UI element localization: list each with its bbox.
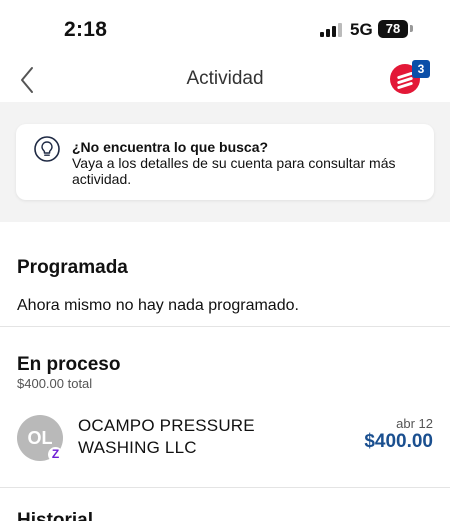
- history-heading: Historial: [17, 510, 94, 521]
- notification-badge: 3: [412, 60, 430, 78]
- lightbulb-icon: [34, 136, 60, 162]
- page-title: Actividad: [186, 68, 264, 89]
- transaction-merchant: OCAMPO PRESSURE WASHING LLC: [78, 416, 255, 457]
- tip-title: ¿No encuentra lo que busca?: [72, 139, 269, 155]
- nav-bar: Actividad 3: [0, 58, 450, 102]
- tip-body: Vaya a los detalles de su cuenta para co…: [72, 155, 396, 187]
- divider: [0, 326, 450, 327]
- divider: [0, 487, 450, 488]
- in-progress-heading: En proceso: [17, 354, 121, 375]
- scheduled-empty-message: Ahora mismo no hay nada programado.: [17, 297, 299, 314]
- status-time: 2:18: [64, 18, 108, 41]
- zelle-icon: Z: [48, 447, 63, 462]
- tip-card: ¿No encuentra lo que busca? Vaya a los d…: [16, 124, 434, 200]
- battery-level: 78: [385, 21, 401, 36]
- battery-cap: [410, 25, 413, 32]
- transaction-amount: $400.00: [364, 431, 433, 452]
- transaction-date: abr 12: [396, 416, 433, 431]
- in-progress-total: $400.00 total: [17, 376, 93, 391]
- cellular-signal-icon: [320, 22, 342, 37]
- scheduled-heading: Programada: [17, 257, 128, 278]
- battery-icon: 78: [378, 20, 408, 38]
- status-bar: 2:18 5G 78: [0, 0, 450, 58]
- network-type: 5G: [350, 20, 373, 39]
